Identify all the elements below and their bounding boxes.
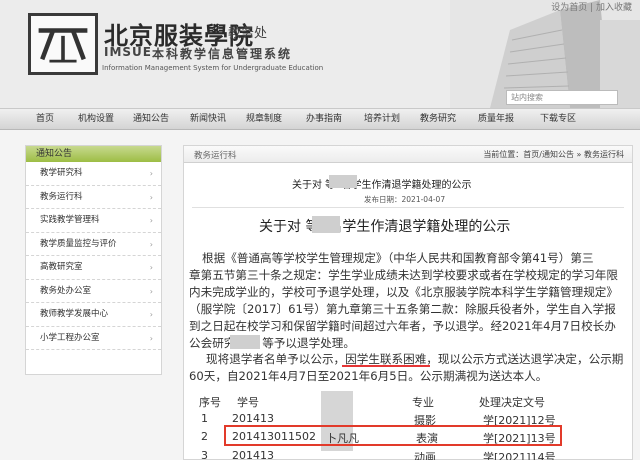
table-cell: 201413: [232, 449, 274, 460]
nav-news[interactable]: 新闻快讯: [190, 109, 226, 130]
sidebar-item-label: 教务处办公室: [40, 285, 92, 296]
sidebar-item-label: 教学质量监控与评价: [40, 238, 117, 249]
site-header: 北京服装學院 教务处 IMSUE 本科教学信息管理系统 Information …: [0, 0, 640, 108]
nav-organization[interactable]: 机构设置: [78, 109, 114, 130]
system-english-name: Information Management System for Underg…: [102, 64, 324, 72]
paragraph-line: 内未完成学业的，学校可予退学处理，以及《北京服装学院本科学生学籍管理规定》: [189, 285, 618, 299]
nav-quality-report[interactable]: 质量年报: [478, 109, 514, 130]
chevron-right-icon: ›: [149, 239, 153, 249]
table-header-cell: 学号: [237, 396, 259, 409]
nav-teaching-research[interactable]: 教务研究: [420, 109, 456, 130]
logo-emblem-icon: [38, 28, 88, 63]
publish-date: 发布日期：2021-04-07: [364, 195, 446, 204]
sidebar-item-label: 教学研究科: [40, 168, 83, 178]
sidebar: 通知公告 教学研究科 › 教务运行科 › 实践教学管理科 › 教学质量监控与评价 › 高…: [25, 145, 162, 375]
sidebar-item[interactable]: 教师教学发展中心 ›: [26, 303, 161, 327]
highlight-underline: [342, 365, 430, 367]
system-name: 本科教学信息管理系统: [152, 47, 293, 61]
nav-guide[interactable]: 办事指南: [306, 109, 342, 130]
sidebar-item[interactable]: 教学质量监控与评价 ›: [26, 233, 161, 256]
paragraph-line: （服学院〔2017〕61号）第九章第三十五条第二款：除服兵役者外，学生自入学报: [189, 302, 616, 316]
highlight-box: [224, 425, 562, 446]
sidebar-item[interactable]: 高教研究室 ›: [26, 256, 161, 280]
chevron-right-icon: ›: [149, 310, 153, 319]
nav-training-plan[interactable]: 培养计划: [364, 109, 400, 130]
sidebar-item-label: 教务运行科: [40, 191, 83, 202]
content-header-bar: 教务运行科 当前位置：首页/通知公告 » 教务运行科: [184, 146, 632, 163]
sidebar-item[interactable]: 小学工程办公室 ›: [26, 327, 161, 350]
redacted-name-block: [312, 216, 340, 233]
paragraph-line: 根据《普通高等学校学生管理规定》（中华人民共和国教育部令第41号）第三: [202, 251, 594, 265]
content-category: 教务运行科: [194, 151, 237, 161]
sidebar-item-label: 实践教学管理科: [40, 215, 100, 225]
sidebar-item[interactable]: 实践教学管理科 ›: [26, 209, 161, 233]
chevron-right-icon: ›: [149, 216, 153, 225]
title-divider: [192, 207, 624, 208]
table-header-cell: 处理决定文号: [479, 396, 545, 409]
chevron-right-icon: ›: [149, 286, 153, 296]
table-cell: 动画: [414, 451, 436, 460]
sidebar-item[interactable]: 教务处办公室 ›: [26, 280, 161, 303]
top-links[interactable]: 设为首页 | 加入收藏: [551, 0, 632, 13]
table-header-cell: 序号: [199, 396, 221, 409]
department-name: 教务处: [228, 26, 268, 41]
sidebar-item[interactable]: 教务运行科 ›: [26, 186, 161, 209]
school-logo[interactable]: [28, 13, 98, 75]
chevron-right-icon: ›: [149, 333, 153, 343]
sidebar-item[interactable]: 教学研究科 ›: [26, 162, 161, 186]
breadcrumb[interactable]: 当前位置：首页/通知公告 » 教务运行科: [483, 149, 624, 160]
paragraph-line: 到之日起在校学习和保留学籍时间超过六年者，予以退学。经2021年4月7日校长办: [189, 319, 616, 333]
paragraph-line: 章第五节第三十条之规定：学生学业成绩未达到学校要求或者在学校规定的学习年限: [189, 268, 618, 282]
nav-regulations[interactable]: 规章制度: [246, 109, 282, 130]
notice-title: 关于对 等3名学生作清退学籍处理的公示: [292, 180, 472, 191]
sidebar-heading: 通知公告: [26, 146, 161, 162]
notice-content-panel: 教务运行科 当前位置：首页/通知公告 » 教务运行科 关于对 等3名学生作清退学…: [183, 145, 633, 460]
table-cell: 学[2021]14号: [483, 451, 556, 460]
main-navigation: 首页 机构设置 通知公告 新闻快讯 规章制度 办事指南 培养计划 教务研究 质量…: [0, 108, 640, 130]
system-abbreviation: IMSUE: [104, 45, 152, 59]
sidebar-item-label: 小学工程办公室: [40, 332, 100, 343]
nav-home[interactable]: 首页: [36, 109, 54, 130]
table-header-cell: 专业: [412, 396, 434, 409]
nav-downloads[interactable]: 下载专区: [540, 109, 576, 130]
chevron-right-icon: ›: [149, 192, 153, 202]
table-cell: 1: [201, 412, 208, 425]
table-cell: 201413: [232, 412, 274, 425]
sidebar-item-label: 高教研究室: [40, 262, 83, 272]
redacted-name-block: [329, 175, 357, 188]
notice-heading: 关于对 等3名学生作清退学籍处理的公示: [259, 219, 511, 235]
table-cell: 2: [201, 430, 208, 443]
chevron-right-icon: ›: [149, 263, 153, 272]
site-search-input[interactable]: 站内搜索: [506, 90, 618, 105]
nav-notices[interactable]: 通知公告: [133, 109, 169, 130]
paragraph-line: 60天，自2021年4月7日至2021年6月5日。公示期满视为送达本人。: [189, 369, 548, 383]
chevron-right-icon: ›: [149, 169, 153, 178]
redacted-name-block: [230, 335, 260, 349]
table-cell: 3: [201, 449, 208, 460]
sidebar-item-label: 教师教学发展中心: [40, 309, 109, 319]
